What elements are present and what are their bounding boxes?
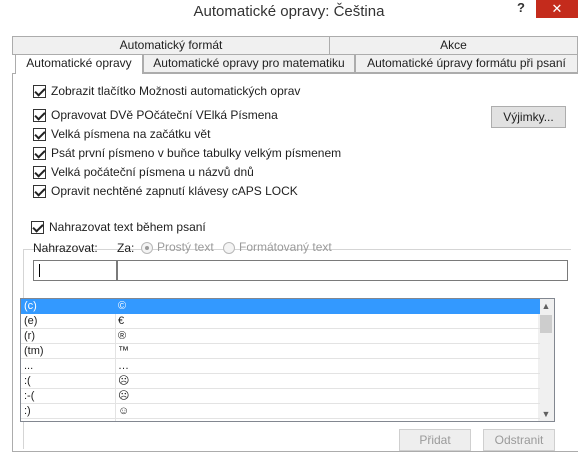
title-bar: Automatické opravy: Čeština ? ✕: [0, 0, 578, 28]
entry-replace: ...: [24, 360, 34, 372]
entry-replace: :): [24, 405, 31, 417]
close-button[interactable]: ✕: [536, 0, 578, 18]
formatted-text-label: Formátovaný text: [239, 240, 332, 254]
formatted-text-option[interactable]: Formátovaný text: [223, 240, 332, 254]
scroll-thumb[interactable]: [540, 315, 552, 333]
option-label: Opravovat DVě POčáteční VElká Písmena: [51, 108, 278, 122]
replace-label: Nahrazovat:: [33, 241, 98, 255]
scroll-down-icon[interactable]: ▼: [538, 407, 554, 421]
plain-text-option[interactable]: Prostý text: [141, 240, 214, 254]
entry-with: ©: [118, 300, 127, 312]
help-button[interactable]: ?: [510, 0, 532, 18]
option-label: Psát první písmeno v buňce tabulky velký…: [51, 146, 342, 160]
entry-with: ®: [118, 330, 127, 342]
entry-replace: :(: [24, 375, 31, 387]
list-item[interactable]: (tm) ™: [21, 344, 540, 359]
option-two-initial-caps[interactable]: Opravovat DVě POčáteční VElká Písmena: [33, 107, 278, 123]
entry-replace: (tm): [24, 345, 44, 357]
checkbox-icon[interactable]: [31, 220, 44, 234]
tab-autocorrect[interactable]: Automatické opravy: [15, 54, 143, 74]
add-button[interactable]: Přidat: [399, 429, 471, 451]
radio-icon[interactable]: [223, 241, 235, 254]
entry-with: …: [118, 360, 129, 372]
text-caret: [39, 264, 40, 277]
replace-text-checkbox[interactable]: Nahrazovat text během psaní: [31, 219, 209, 235]
list-item[interactable]: (r) ®: [21, 329, 540, 344]
list-item[interactable]: (c) ©: [21, 299, 540, 314]
entry-with: ™: [118, 345, 129, 357]
list-item[interactable]: (e) €: [21, 314, 540, 329]
exceptions-button[interactable]: Výjimky...: [491, 106, 566, 128]
list-item[interactable]: ... …: [21, 359, 540, 374]
window-title: Automatické opravy: Čeština: [193, 3, 385, 20]
option-caps-lock[interactable]: Opravit nechtěné zapnutí klávesy cAPS LO…: [33, 183, 298, 199]
autocorrect-entries-list[interactable]: ▲ ▼ (c) © (e) € (r) ® (tm) ™... … :( ☹ :-( ☹:) ☺: [20, 298, 555, 422]
delete-button[interactable]: Odstranit: [483, 429, 555, 451]
plain-text-label: Prostý text: [157, 240, 214, 254]
checkbox-icon[interactable]: [33, 108, 46, 122]
checkbox-icon[interactable]: [33, 146, 46, 160]
option-show-buttons[interactable]: Zobrazit tlačítko Možnosti automatických…: [33, 83, 300, 99]
option-first-letter-sentence[interactable]: Velká písmena na začátku vět: [33, 126, 210, 142]
entry-with: €: [118, 315, 125, 327]
list-item[interactable]: :( ☹: [21, 374, 540, 389]
checkbox-icon[interactable]: [33, 165, 46, 179]
vertical-scrollbar[interactable]: ▲ ▼: [538, 299, 554, 421]
entry-replace: (r): [24, 330, 35, 342]
option-day-names[interactable]: Velká počáteční písmena u názvů dnů: [33, 164, 254, 180]
tab-math-autocorrect[interactable]: Automatické opravy pro matematiku: [143, 54, 355, 73]
option-first-letter-table[interactable]: Psát první písmeno v buňce tabulky velký…: [33, 145, 341, 161]
entry-replace: (e): [24, 315, 38, 327]
dialog-client: Automatický formát Akce Automatické opra…: [0, 28, 578, 452]
checkbox-icon[interactable]: [33, 184, 46, 198]
option-label: Velká počáteční písmena u názvů dnů: [51, 165, 254, 179]
entry-replace: :-(: [24, 390, 35, 402]
list-item[interactable]: :-( ☹: [21, 389, 540, 404]
list-item[interactable]: :) ☺: [21, 404, 540, 419]
entry-with: ☹: [118, 390, 130, 402]
entry-with: ☹: [118, 375, 130, 387]
tab-automatic-format[interactable]: Automatický formát: [12, 36, 330, 55]
option-label: Zobrazit tlačítko Možnosti automatických…: [51, 84, 301, 98]
with-label: Za:: [117, 241, 135, 255]
entry-with: ☺: [118, 405, 130, 417]
tab-actions[interactable]: Akce: [329, 36, 578, 55]
checkbox-icon[interactable]: [33, 127, 46, 141]
replace-input[interactable]: [33, 260, 117, 281]
option-label: Velká písmena na začátku vět: [51, 127, 211, 141]
option-label: Opravit nechtěné zapnutí klávesy cAPS LO…: [51, 184, 298, 198]
radio-icon[interactable]: [141, 241, 153, 254]
scroll-up-icon[interactable]: ▲: [538, 299, 554, 313]
tab-autoformat-as-you-type[interactable]: Automatické úpravy formátu při psaní: [355, 54, 578, 73]
with-input[interactable]: [117, 260, 568, 281]
checkbox-icon[interactable]: [33, 84, 46, 98]
replace-text-label: Nahrazovat text během psaní: [49, 220, 206, 234]
entry-replace: (c): [24, 300, 37, 312]
